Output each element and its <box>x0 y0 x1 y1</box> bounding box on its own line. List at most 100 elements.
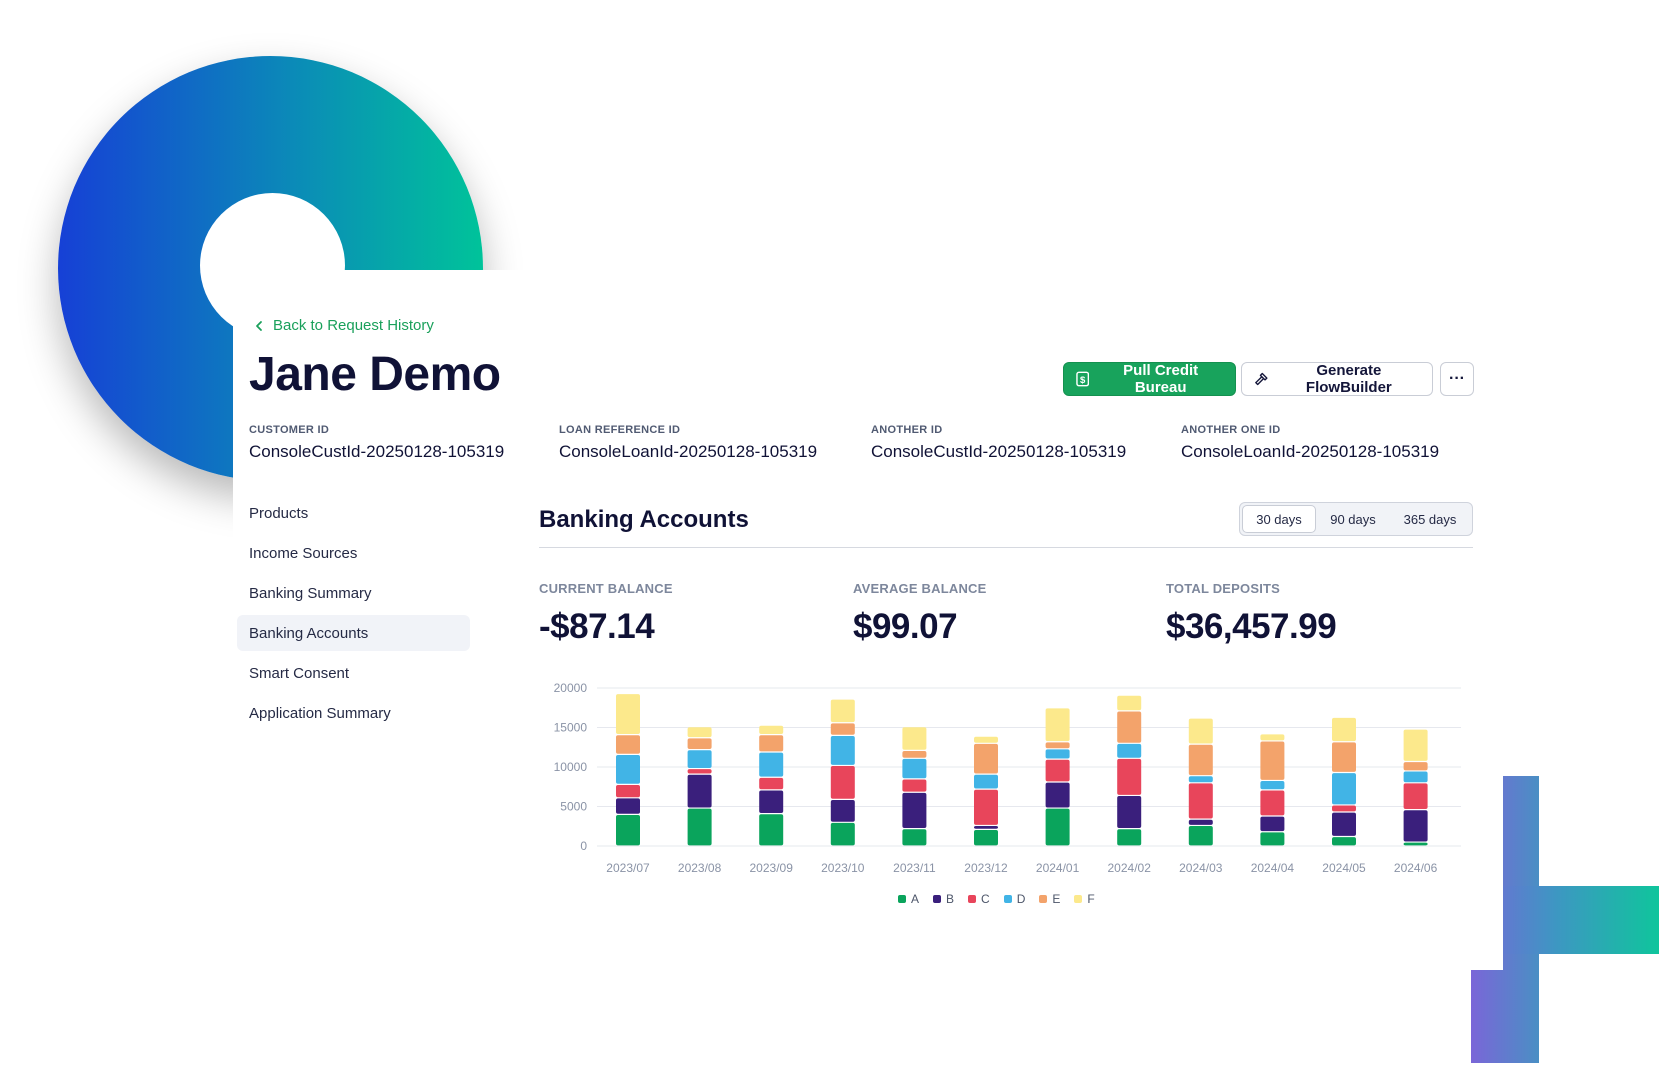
legend-swatch <box>933 895 942 903</box>
nav-item-banking-summary[interactable]: Banking Summary <box>237 575 470 611</box>
nav-item-application-summary[interactable]: Application Summary <box>237 695 470 731</box>
bar-segment-a <box>974 830 998 846</box>
x-tick-label: 2023/11 <box>893 861 936 875</box>
legend-item: D <box>1003 892 1026 906</box>
legend-label: A <box>911 892 920 906</box>
nav-item-products[interactable]: Products <box>237 495 470 531</box>
bar-segment-c <box>1332 805 1356 812</box>
generate-flowbuilder-button[interactable]: Generate FlowBuilder <box>1241 362 1433 396</box>
id-value: ConsoleLoanId-20250128-105319 <box>1181 442 1440 461</box>
id-label: CUSTOMER ID <box>249 424 330 436</box>
x-tick-label: 2024/05 <box>1322 861 1366 875</box>
bar-segment-f <box>1403 729 1428 761</box>
x-tick-label: 2023/10 <box>821 861 865 875</box>
bar-segment-d <box>1332 773 1356 805</box>
x-tick-label: 2023/12 <box>964 861 1008 875</box>
bar-segment-f <box>902 727 927 750</box>
bar-segment-c <box>902 779 927 792</box>
bar-segment-f <box>759 725 784 735</box>
chevron-left-icon <box>256 320 262 331</box>
bar-segment-c <box>830 766 855 799</box>
bar-segment-d <box>1403 771 1428 783</box>
legend-label: E <box>1052 892 1061 906</box>
hammer-icon <box>1255 372 1268 386</box>
bar-segment-e <box>830 723 855 735</box>
bar-segment-e <box>759 735 784 752</box>
id-label: ANOTHER ID <box>871 424 943 436</box>
bar-segment-e <box>1260 741 1285 780</box>
loan-reference-id-block: LOAN REFERENCE ID ConsoleLoanId-20250128… <box>559 424 817 462</box>
bar-segment-a <box>687 808 712 846</box>
period-option-90-days[interactable]: 90 days <box>1316 505 1390 533</box>
y-tick-label: 0 <box>580 839 587 853</box>
current-balance-stat: CURRENT BALANCE -$87.14 <box>539 581 673 647</box>
average-balance-stat: AVERAGE BALANCE $99.07 <box>853 581 987 647</box>
x-tick-label: 2024/06 <box>1394 861 1438 875</box>
bar-segment-d <box>830 736 855 765</box>
bar-segment-b <box>687 774 712 808</box>
legend-swatch <box>968 895 977 903</box>
pull-credit-bureau-button[interactable]: $ Pull Credit Bureau <box>1063 362 1236 396</box>
bar-segment-d <box>1188 776 1213 783</box>
y-tick-label: 20000 <box>554 681 588 695</box>
back-to-request-history-link[interactable]: Back to Request History <box>253 317 434 334</box>
chart-legend: A B C D E F <box>898 892 1095 906</box>
bar-segment-d <box>1260 781 1285 790</box>
legend-item: B <box>933 892 954 906</box>
bar-segment-c <box>974 789 998 825</box>
bar-segment-b <box>1260 816 1285 832</box>
bar-segment-a <box>759 814 784 846</box>
bar-segment-c <box>1188 783 1213 819</box>
bar-segment-a <box>1260 832 1285 846</box>
page-title: Jane Demo <box>249 348 501 401</box>
bar-segment-b <box>616 798 640 814</box>
bar-segment-c <box>1403 783 1428 810</box>
pull-credit-bureau-label: Pull Credit Bureau <box>1123 362 1199 396</box>
svg-text:$: $ <box>1080 375 1086 386</box>
bar-segment-e <box>1188 744 1213 776</box>
bar-segment-f <box>1045 708 1070 742</box>
stat-value: $36,457.99 <box>1166 607 1337 646</box>
id-label: LOAN REFERENCE ID <box>559 424 681 436</box>
legend-swatch <box>898 895 906 903</box>
period-toggle: 30 days 90 days 365 days <box>1239 502 1473 536</box>
id-label: ANOTHER ONE ID <box>1181 424 1281 436</box>
bar-segment-e <box>974 743 998 774</box>
legend-item: A <box>898 892 919 906</box>
bar-segment-e <box>902 751 927 758</box>
legend-item: C <box>968 892 990 906</box>
ellipsis-icon: ··· <box>1449 370 1465 387</box>
bar-segment-a <box>830 822 855 846</box>
bar-segment-c <box>616 784 640 798</box>
bar-segment-e <box>616 735 640 754</box>
x-tick-label: 2023/08 <box>678 861 722 875</box>
legend-label: C <box>981 892 990 906</box>
legend-label: D <box>1016 892 1026 906</box>
bar-segment-e <box>687 738 712 750</box>
period-option-30-days[interactable]: 30 days <box>1242 505 1316 533</box>
bar-segment-f <box>616 694 640 735</box>
nav-item-smart-consent[interactable]: Smart Consent <box>237 655 470 691</box>
bar-segment-a <box>902 829 927 846</box>
section-divider <box>539 547 1473 548</box>
nav-item-income-sources[interactable]: Income Sources <box>237 535 470 571</box>
legend-swatch <box>1003 895 1012 903</box>
bar-segment-c <box>687 769 712 774</box>
period-option-365-days[interactable]: 365 days <box>1390 505 1470 533</box>
stat-label: AVERAGE BALANCE <box>853 581 987 596</box>
bar-segment-d <box>616 754 640 784</box>
another-one-id-block: ANOTHER ONE ID ConsoleLoanId-20250128-10… <box>1181 424 1439 462</box>
id-value: ConsoleLoanId-20250128-105319 <box>559 442 818 461</box>
x-tick-label: 2024/02 <box>1108 861 1152 875</box>
nav-item-banking-accounts[interactable]: Banking Accounts <box>237 615 470 651</box>
bar-segment-e <box>1117 711 1142 743</box>
bar-segment-b <box>974 826 998 829</box>
more-options-button[interactable]: ··· <box>1440 362 1474 396</box>
x-tick-label: 2023/07 <box>606 861 650 875</box>
bar-segment-b <box>1117 796 1142 829</box>
id-value: ConsoleCustId-20250128-105319 <box>249 442 505 461</box>
bar-segment-b <box>1045 782 1070 808</box>
id-value: ConsoleCustId-20250128-105319 <box>871 442 1127 461</box>
bar-segment-d <box>1045 749 1070 759</box>
bar-segment-f <box>1188 718 1213 744</box>
